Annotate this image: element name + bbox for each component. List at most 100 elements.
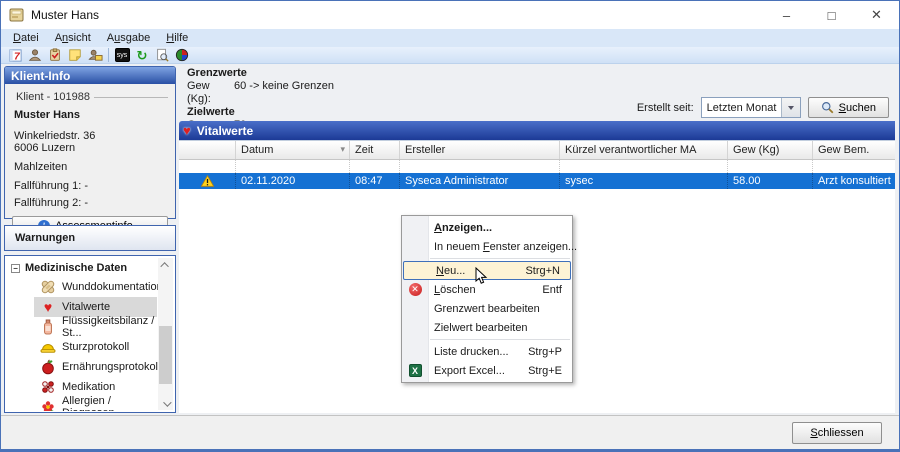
menu-datei[interactable]: Datei	[5, 31, 47, 45]
footer: Schliessen	[1, 415, 899, 449]
tree-collapse-icon[interactable]: −	[11, 264, 20, 273]
cell-gew-bem: Arzt konsultiert	[813, 173, 895, 189]
mouse-cursor	[473, 267, 489, 285]
titlebar: Muster Hans – □ ✕	[1, 1, 899, 29]
erstellt-seit-value: Letzten Monat	[702, 102, 781, 114]
column-header-gew[interactable]: Gew (Kg)	[728, 141, 813, 159]
menu-item-in-neuem-fenster[interactable]: In neuem Fenster anzeigen...	[402, 237, 572, 256]
fallfuehrung-1: Fallführung 1: -	[14, 180, 168, 192]
sort-indicator-icon: ▾	[340, 144, 349, 159]
apple-icon	[40, 359, 56, 375]
tree-item-wunddokumentation[interactable]: Wunddokumentation	[6, 277, 157, 297]
minimize-button[interactable]: –	[764, 1, 809, 29]
helmet-icon	[40, 339, 56, 355]
table-row[interactable]: 02.11.2020 08:47 Syseca Administrator sy…	[179, 173, 895, 189]
filter-row: Erstellt seit: Letzten Monat Suchen	[637, 97, 889, 118]
context-menu: Anzeigen... In neuem Fenster anzeigen...…	[401, 215, 573, 383]
schliessen-button[interactable]: Schliessen	[792, 422, 882, 444]
menu-separator	[430, 339, 570, 340]
klient-number: Klient - 101988	[16, 91, 94, 103]
section-title: Vitalwerte	[197, 124, 253, 138]
menu-item-anzeigen[interactable]: Anzeigen...	[402, 218, 572, 237]
grid-gutter-row	[179, 160, 895, 173]
column-header-datum[interactable]: Datum▾	[236, 141, 350, 159]
menu-ausgabe[interactable]: Ausgabe	[99, 31, 158, 45]
tree-item-medikation[interactable]: Medikation	[6, 377, 157, 397]
warning-icon	[201, 175, 214, 187]
fallfuehrung-2: Fallführung 2: -	[14, 197, 168, 209]
sys-badge-icon[interactable]: sys	[113, 47, 131, 63]
print-preview-icon[interactable]	[153, 47, 171, 63]
menu-item-grenzwert-bearbeiten[interactable]: Grenzwert bearbeiten	[402, 299, 572, 318]
heart-icon: ♥	[183, 124, 191, 137]
scroll-down-icon[interactable]	[158, 397, 173, 410]
menu-ansicht[interactable]: Ansicht	[47, 31, 99, 45]
tree-root-medizinische-daten[interactable]: − Medizinische Daten	[6, 257, 174, 277]
window-controls: – □ ✕	[764, 1, 899, 29]
heart-icon: ♥	[40, 299, 56, 315]
column-header-ersteller[interactable]: Ersteller	[400, 141, 560, 159]
klient-meals-label: Mahlzeiten	[14, 161, 168, 173]
clipboard-check-icon[interactable]	[46, 47, 64, 63]
menubar: Datei Ansicht Ausgabe Hilfe	[1, 29, 899, 47]
pills-icon	[40, 379, 56, 395]
warnungen-panel[interactable]: Warnungen	[4, 225, 176, 251]
erstellt-seit-label: Erstellt seit:	[637, 102, 694, 114]
menu-item-zielwert-bearbeiten[interactable]: Zielwert bearbeiten	[402, 318, 572, 337]
klient-number-group: Klient - 101988	[16, 91, 168, 103]
klient-address-line1: Winkelriedstr. 36	[14, 130, 168, 142]
klient-name: Muster Hans	[14, 109, 168, 121]
cell-gew: 58.00	[728, 173, 813, 189]
column-header-icon[interactable]	[179, 141, 236, 159]
grid-header: Datum▾ Zeit Ersteller Kürzel verantwortl…	[179, 141, 895, 160]
sidebar: Klient-Info Klient - 101988 Muster Hans …	[4, 64, 177, 416]
klient-info-panel: Klient-Info Klient - 101988 Muster Hans …	[4, 66, 176, 219]
maximize-button[interactable]: □	[809, 1, 854, 29]
grenzwert-row: Gew (Kg): 60 -> keine Grenzen	[187, 80, 334, 106]
tree-item-sturzprotokoll[interactable]: Sturzprotokoll	[6, 337, 157, 357]
person-card-icon[interactable]	[86, 47, 104, 63]
grenzwerte-label: Grenzwerte	[187, 67, 334, 80]
bandage-icon	[40, 279, 56, 295]
menu-separator	[430, 258, 570, 259]
column-header-gew-bem[interactable]: Gew Bem.	[813, 141, 895, 159]
menu-hilfe[interactable]: Hilfe	[158, 31, 196, 45]
cell-ersteller: Syseca Administrator	[400, 173, 560, 189]
menu-item-liste-drucken[interactable]: Liste drucken... Strg+P	[402, 342, 572, 361]
scroll-up-icon[interactable]	[158, 258, 173, 271]
refresh-icon[interactable]: ↻	[133, 47, 151, 63]
column-header-zeit[interactable]: Zeit	[350, 141, 400, 159]
cell-datum: 02.11.2020	[236, 173, 350, 189]
tree-item-fluessigkeitsbilanz[interactable]: Flüssigkeitsbilanz / St...	[6, 317, 157, 337]
grenzwert-value: 60 -> keine Grenzen	[234, 80, 334, 106]
tree-item-allergien-diagnosen[interactable]: Allergien / Diagnosen...	[6, 397, 157, 411]
person-icon[interactable]	[26, 47, 44, 63]
pie-chart-icon[interactable]	[173, 47, 191, 63]
medizinische-daten-tree: − Medizinische Daten Wunddokumentation ♥…	[4, 255, 176, 413]
toolbar-separator	[108, 48, 109, 62]
column-header-kuerzel[interactable]: Kürzel verantwortlicher MA	[560, 141, 728, 159]
tree-item-ernaehrungsprotokoll[interactable]: Ernährungsprotokoll	[6, 357, 157, 377]
flower-icon	[40, 399, 56, 411]
bottle-icon	[40, 319, 56, 335]
zielwerte-label: Zielwerte	[187, 106, 334, 119]
app-icon	[9, 7, 25, 23]
tree-scrollbar[interactable]	[158, 258, 173, 410]
close-button[interactable]: ✕	[854, 1, 899, 29]
warnungen-header: Warnungen	[5, 226, 175, 244]
erstellt-seit-select[interactable]: Letzten Monat	[701, 97, 801, 118]
scroll-thumb[interactable]	[159, 326, 172, 384]
combo-dropdown-button[interactable]	[781, 98, 800, 117]
delete-icon: ✕	[409, 283, 422, 296]
note-icon[interactable]	[66, 47, 84, 63]
tree-item-vitalwerte[interactable]: ♥ Vitalwerte	[34, 297, 157, 317]
klient-address-line2: 6006 Luzern	[14, 142, 168, 154]
calendar-icon[interactable]: 7	[6, 47, 24, 63]
vitalwerte-section-bar: ♥ Vitalwerte	[179, 121, 895, 140]
suchen-button[interactable]: Suchen	[808, 97, 889, 118]
chevron-down-icon	[788, 106, 794, 110]
excel-icon: X	[409, 364, 422, 377]
window-title: Muster Hans	[31, 8, 99, 22]
menu-item-export-excel[interactable]: X Export Excel... Strg+E	[402, 361, 572, 380]
cell-kuerzel: sysec	[560, 173, 728, 189]
